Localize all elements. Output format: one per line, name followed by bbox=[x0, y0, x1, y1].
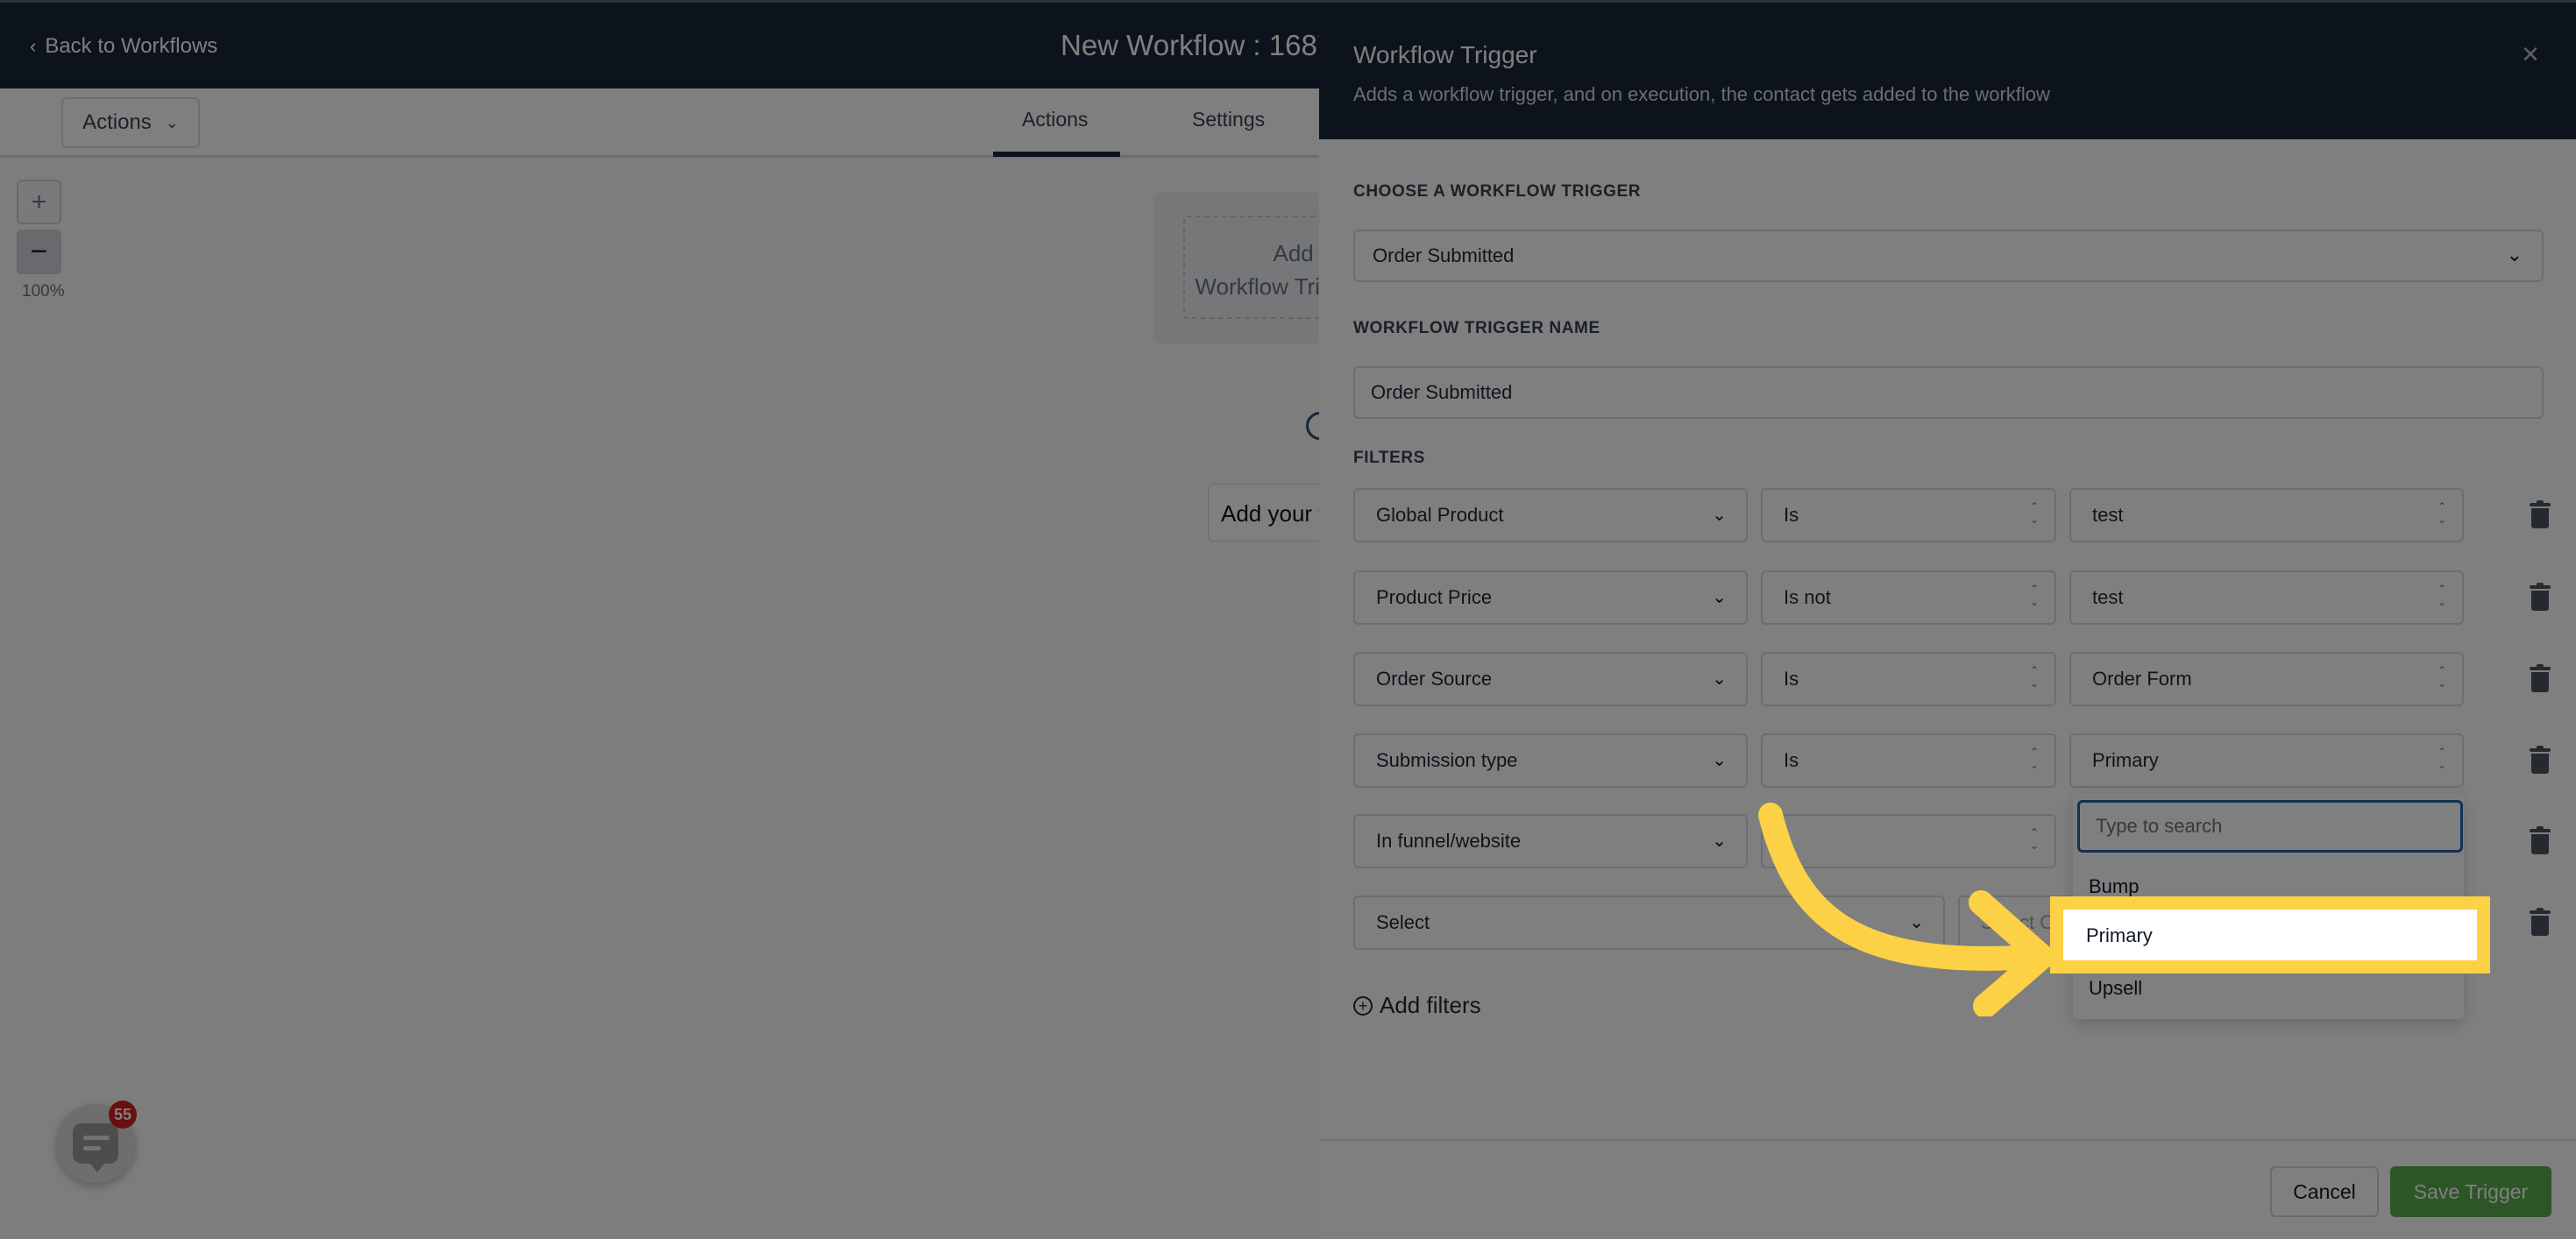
new-filter-field-select[interactable]: Select ⌄ bbox=[1353, 896, 1945, 950]
sort-arrows-icon: ⌃ ⌄ bbox=[2029, 500, 2039, 526]
panel-footer: Cancel Save Trigger bbox=[1319, 1139, 2576, 1239]
save-trigger-button[interactable]: Save Trigger bbox=[2390, 1166, 2551, 1217]
cancel-button[interactable]: Cancel bbox=[2270, 1166, 2379, 1217]
back-to-workflows-link[interactable]: ‹ Back to Workflows bbox=[30, 34, 217, 59]
filter-value: test bbox=[2092, 586, 2124, 608]
new-filter-field-value: Select bbox=[1376, 911, 1430, 933]
trigger-name-label: WORKFLOW TRIGGER NAME bbox=[1353, 319, 1600, 337]
add-filters-label: Add filters bbox=[1380, 992, 1481, 1018]
filter-row: Order Source ⌄ Is ⌃ ⌄ Order Form ⌃ ⌄ bbox=[1353, 652, 2563, 706]
chevron-down-icon: ⌄ bbox=[1712, 669, 1727, 689]
sort-arrows-icon: ⌃ ⌄ bbox=[2437, 664, 2446, 690]
filter-operator-value: Is bbox=[1784, 749, 1799, 771]
trash-icon[interactable] bbox=[2530, 746, 2551, 774]
filter-value: test bbox=[2092, 504, 2124, 526]
filter-field-value: Product Price bbox=[1376, 586, 1493, 608]
filter-value-select[interactable]: Primary ⌃ ⌄ bbox=[2069, 733, 2464, 788]
trash-icon[interactable] bbox=[2530, 908, 2551, 936]
filter-value-select[interactable]: Order Form ⌃ ⌄ bbox=[2069, 652, 2464, 706]
dropdown-search-input[interactable] bbox=[2077, 800, 2463, 853]
filters-label: FILTERS bbox=[1353, 449, 1425, 467]
chevron-down-icon: ⌄ bbox=[1712, 588, 1727, 607]
close-icon[interactable]: × bbox=[2517, 39, 2544, 69]
tab-settings[interactable]: Settings bbox=[1192, 108, 1265, 131]
filter-operator-select[interactable]: Is ⌃ ⌄ bbox=[1761, 488, 2056, 542]
chevron-left-icon: ‹ bbox=[30, 35, 37, 57]
filter-field-value: Global Product bbox=[1376, 504, 1504, 526]
filter-field-value: In funnel/website bbox=[1376, 830, 1522, 852]
filter-field-value: Submission type bbox=[1376, 749, 1518, 771]
trash-icon[interactable] bbox=[2530, 826, 2551, 854]
filter-operator-select[interactable]: Is ⌃ ⌄ bbox=[1761, 652, 2056, 706]
chat-unread-badge: 55 bbox=[109, 1101, 137, 1129]
filter-value-select[interactable]: test ⌃ ⌄ bbox=[2069, 488, 2464, 542]
filter-row: Submission type ⌄ Is ⌃ ⌄ Primary ⌃ ⌄ bbox=[1353, 733, 2563, 788]
trash-icon[interactable] bbox=[2530, 583, 2551, 611]
filter-value: Primary bbox=[2092, 749, 2159, 771]
workflow-trigger-panel: Workflow Trigger Adds a workflow trigger… bbox=[1319, 0, 2576, 1239]
chevron-down-icon: ⌄ bbox=[1909, 913, 1924, 932]
chevron-down-icon: ⌄ bbox=[1712, 751, 1727, 770]
filter-operator-value: Is bbox=[1784, 504, 1799, 526]
filter-row: Product Price ⌄ Is not ⌃ ⌄ test ⌃ ⌄ bbox=[1353, 570, 2563, 625]
sort-arrows-icon: ⌃ ⌄ bbox=[2437, 583, 2446, 608]
filter-field-select[interactable]: Submission type ⌄ bbox=[1353, 733, 1748, 788]
trigger-name-input[interactable]: Order Submitted bbox=[1353, 366, 2544, 419]
actions-dropdown-button[interactable]: Actions ⌄ bbox=[61, 97, 200, 148]
workflow-title: New Workflow : 1687 bbox=[1061, 29, 1334, 61]
add-filters-button[interactable]: + Add filters bbox=[1353, 992, 1481, 1019]
panel-title: Workflow Trigger bbox=[1353, 41, 1537, 68]
filter-operator-select[interactable]: ⌃ ⌄ bbox=[1761, 814, 2056, 868]
choose-trigger-label: CHOOSE A WORKFLOW TRIGGER bbox=[1353, 182, 1642, 201]
filter-operator-select[interactable]: Is not ⌃ ⌄ bbox=[1761, 570, 2056, 625]
tab-actions[interactable]: Actions bbox=[1022, 108, 1088, 131]
sort-arrows-icon: ⌃ ⌄ bbox=[2437, 746, 2446, 771]
zoom-level: 100% bbox=[22, 282, 65, 301]
filter-operator-value: Is not bbox=[1784, 586, 1831, 608]
panel-header: Workflow Trigger Adds a workflow trigger… bbox=[1319, 0, 2576, 139]
zoom-out-button[interactable]: − bbox=[17, 230, 61, 274]
trash-icon[interactable] bbox=[2530, 664, 2551, 692]
sort-arrows-icon: ⌃ ⌄ bbox=[2029, 826, 2039, 852]
chevron-down-icon: ⌄ bbox=[165, 113, 179, 131]
chevron-down-icon: ⌄ bbox=[1712, 506, 1727, 525]
trigger-type-value: Order Submitted bbox=[1373, 244, 1515, 266]
panel-subtitle: Adds a workflow trigger, and on executio… bbox=[1353, 83, 2050, 105]
sort-arrows-icon: ⌃ ⌄ bbox=[2029, 583, 2039, 608]
filter-row: Global Product ⌄ Is ⌃ ⌄ test ⌃ ⌄ bbox=[1353, 488, 2563, 542]
chat-icon bbox=[73, 1123, 118, 1172]
chevron-down-icon: ⌄ bbox=[1712, 832, 1727, 851]
actions-label: Actions bbox=[82, 110, 152, 134]
filter-value: Order Form bbox=[2092, 668, 2192, 690]
sort-arrows-icon: ⌃ ⌄ bbox=[2029, 664, 2039, 690]
active-tab-indicator bbox=[993, 152, 1120, 157]
sort-arrows-icon: ⌃ ⌄ bbox=[2437, 500, 2446, 526]
filter-field-select[interactable]: Order Source ⌄ bbox=[1353, 652, 1748, 706]
filter-value-select[interactable]: test ⌃ ⌄ bbox=[2069, 570, 2464, 625]
back-label: Back to Workflows bbox=[45, 34, 218, 58]
filter-operator-select[interactable]: Is ⌃ ⌄ bbox=[1761, 733, 2056, 788]
chevron-down-icon: ⌄ bbox=[2506, 244, 2523, 266]
filter-field-value: Order Source bbox=[1376, 668, 1493, 690]
trigger-type-select[interactable]: Order Submitted ⌄ bbox=[1353, 230, 2544, 282]
highlighted-option-primary[interactable]: Primary bbox=[2086, 924, 2153, 947]
sort-arrows-icon: ⌃ ⌄ bbox=[2029, 746, 2039, 771]
filter-field-select[interactable]: Global Product ⌄ bbox=[1353, 488, 1748, 542]
filter-field-select[interactable]: Product Price ⌄ bbox=[1353, 570, 1748, 625]
plus-circle-icon: + bbox=[1353, 995, 1373, 1016]
trash-icon[interactable] bbox=[2530, 500, 2551, 528]
filter-field-select[interactable]: In funnel/website ⌄ bbox=[1353, 814, 1748, 868]
zoom-in-button[interactable]: + bbox=[17, 180, 61, 224]
filter-operator-value: Is bbox=[1784, 668, 1799, 690]
